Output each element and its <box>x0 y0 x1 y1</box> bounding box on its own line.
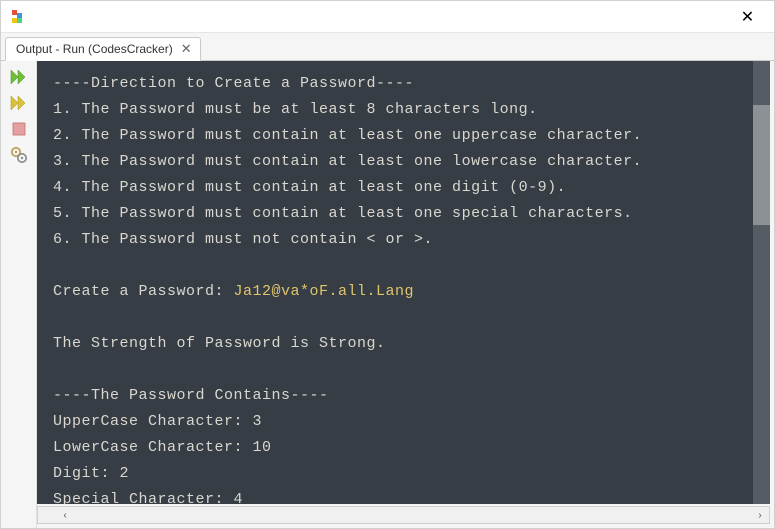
scroll-right-arrow-icon[interactable]: › <box>751 507 769 523</box>
console-wrap: ----Direction to Create a Password----1.… <box>37 61 774 528</box>
rerun-icon[interactable] <box>8 67 30 87</box>
console-line: 6. The Password must not contain < or >. <box>53 227 754 253</box>
body-row: ----Direction to Create a Password----1.… <box>1 61 774 528</box>
console-line: 5. The Password must contain at least on… <box>53 201 754 227</box>
tab-label: Output - Run (CodesCracker) <box>16 42 173 56</box>
scroll-left-arrow-icon[interactable]: ‹ <box>56 507 74 523</box>
console-line: Create a Password: Ja12@va*oF.all.Lang <box>53 279 754 305</box>
console-text: Create a Password: <box>53 283 234 300</box>
scroll-track[interactable] <box>74 507 751 523</box>
console-line <box>53 305 754 331</box>
console-line: ----Direction to Create a Password---- <box>53 71 754 97</box>
console-line: 1. The Password must be at least 8 chara… <box>53 97 754 123</box>
titlebar: ✕ <box>1 1 774 33</box>
console-line: UpperCase Character: 3 <box>53 409 754 435</box>
tab-strip: Output - Run (CodesCracker) ✕ <box>1 33 774 61</box>
close-icon: ✕ <box>741 7 754 27</box>
settings-icon[interactable] <box>8 145 30 165</box>
horizontal-scrollbar[interactable]: ‹ › <box>37 506 770 524</box>
console-line: The Strength of Password is Strong. <box>53 331 754 357</box>
vertical-scroll-thumb[interactable] <box>753 105 770 225</box>
vertical-scrollbar[interactable] <box>753 61 770 504</box>
tab-close-icon[interactable]: ✕ <box>179 41 194 57</box>
console-line <box>53 357 754 383</box>
stop-icon[interactable] <box>8 119 30 139</box>
console-line: 3. The Password must contain at least on… <box>53 149 754 175</box>
tab-output-run[interactable]: Output - Run (CodesCracker) ✕ <box>5 37 201 61</box>
console-line: 4. The Password must contain at least on… <box>53 175 754 201</box>
console-line <box>53 253 754 279</box>
console-highlight: Ja12@va*oF.all.Lang <box>234 283 415 300</box>
console-output[interactable]: ----Direction to Create a Password----1.… <box>37 61 770 504</box>
gutter-toolbar <box>1 61 37 528</box>
console-line: LowerCase Character: 10 <box>53 435 754 461</box>
console-line: Special Character: 4 <box>53 487 754 504</box>
rerun-alt-icon[interactable] <box>8 93 30 113</box>
console-line: ----The Password Contains---- <box>53 383 754 409</box>
console-line: 2. The Password must contain at least on… <box>53 123 754 149</box>
console-line: Digit: 2 <box>53 461 754 487</box>
app-icon <box>9 9 25 25</box>
ide-output-window: ✕ Output - Run (CodesCracker) ✕ <box>0 0 775 529</box>
window-close-button[interactable]: ✕ <box>725 2 770 32</box>
